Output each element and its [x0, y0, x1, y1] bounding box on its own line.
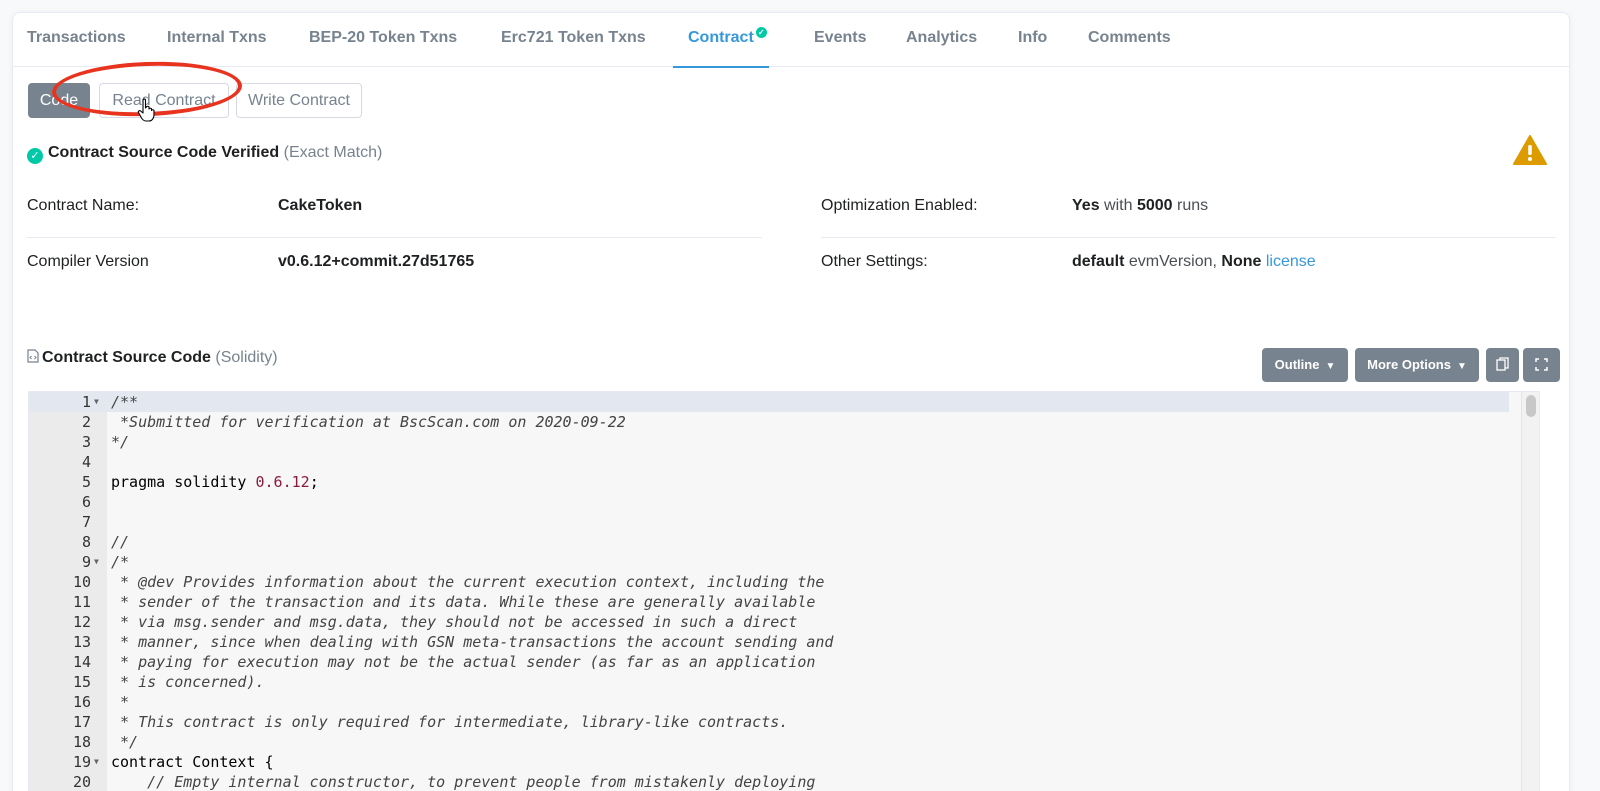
other-settings-label: Other Settings: — [821, 253, 928, 270]
outline-label: Outline — [1274, 357, 1320, 372]
source-code-title: Contract Source Code (Solidity) — [27, 349, 278, 367]
contract-name-label: Contract Name: — [27, 197, 140, 214]
code-line: 9 ▼/* — [81, 552, 130, 572]
more-options-label: More Options — [1367, 357, 1451, 372]
optimization-row: Optimization Enabled: Yes with 5000 runs — [821, 178, 1556, 234]
outline-button[interactable]: Outline ▼ — [1262, 348, 1348, 382]
source-code-heading: Contract Source Code — [42, 349, 211, 366]
code-line: 3 */ — [81, 433, 130, 451]
source-code-lang: (Solidity) — [215, 349, 278, 366]
contract-name-value: CakeToken — [278, 178, 362, 234]
check-circle-icon: ✓ — [27, 148, 43, 164]
tab-contract[interactable]: Contract ✓ — [673, 13, 769, 68]
optimization-value: Yes with 5000 runs — [1072, 178, 1208, 234]
code-line: 11 * sender of the transaction and its d… — [72, 593, 816, 611]
code-line: 10 * @dev Provides information about the… — [72, 573, 825, 591]
verified-status: ✓ Contract Source Code Verified (Exact Ma… — [27, 144, 382, 164]
tab-erc721-token-txns[interactable]: Erc721 Token Txns — [501, 13, 646, 67]
tab-bep20-token-txns[interactable]: BEP-20 Token Txns — [309, 13, 457, 67]
optimization-runs: 5000 — [1136, 197, 1173, 214]
chevron-down-icon: ▼ — [1325, 361, 1336, 372]
verified-check-icon: ✓ — [755, 27, 767, 38]
code-line: 17 * This contract is only required for … — [72, 713, 789, 731]
copy-icon — [1496, 357, 1509, 371]
code-line: 13 * manner, since when dealing with GSN… — [72, 633, 834, 651]
file-code-icon — [27, 349, 39, 363]
code-line: 6 — [81, 493, 91, 511]
tab-contract-label: Contract — [688, 29, 754, 46]
tab-events[interactable]: Events — [814, 13, 866, 67]
optimization-label: Optimization Enabled: — [821, 197, 978, 214]
contract-card: Transactions Internal Txns BEP-20 Token … — [12, 12, 1570, 791]
other-settings-row: Other Settings: default evmVersion, None… — [821, 234, 1556, 290]
fold-arrow-icon[interactable]: ▼ — [94, 752, 99, 772]
tab-info[interactable]: Info — [1018, 13, 1047, 67]
write-contract-button[interactable]: Write Contract — [236, 83, 362, 118]
expand-icon — [1535, 358, 1548, 371]
verified-title: Contract Source Code Verified — [48, 144, 280, 161]
tab-analytics[interactable]: Analytics — [906, 13, 977, 67]
optimization-with: with — [1104, 197, 1133, 214]
code-line: 16 * — [72, 693, 130, 711]
compiler-version-label: Compiler Version — [27, 253, 149, 270]
tab-bar: Transactions Internal Txns BEP-20 Token … — [13, 13, 1569, 68]
verified-match: (Exact Match) — [283, 144, 383, 161]
code-line: 8// — [81, 533, 130, 551]
copy-button[interactable] — [1486, 348, 1519, 382]
read-contract-button[interactable]: Read Contract — [99, 83, 229, 118]
optimization-runs-word: runs — [1177, 197, 1209, 214]
code-line: 20 // Empty internal constructor, to pre… — [72, 773, 816, 791]
code-line: 1 ▼/** — [29, 392, 1509, 412]
fullscreen-button[interactable] — [1523, 348, 1560, 382]
license-link[interactable]: license — [1266, 253, 1316, 270]
optimization-yes: Yes — [1072, 197, 1100, 214]
contract-name-row: Contract Name: CakeToken — [27, 178, 762, 234]
code-line: 12 * via msg.sender and msg.data, they s… — [72, 613, 798, 631]
contract-name: CakeToken — [278, 197, 363, 214]
tab-transactions[interactable]: Transactions — [27, 13, 126, 67]
compiler-version: v0.6.12+commit.27d51765 — [278, 253, 475, 270]
code-line: 15 * is concerned). — [72, 673, 265, 691]
tab-comments[interactable]: Comments — [1088, 13, 1171, 67]
chevron-down-icon: ▼ — [1456, 361, 1467, 372]
fold-arrow-icon[interactable]: ▼ — [94, 392, 99, 412]
tab-internal-txns[interactable]: Internal Txns — [167, 13, 267, 67]
scrollbar-thumb[interactable] — [1526, 395, 1536, 417]
other-none: None — [1221, 253, 1262, 270]
fold-arrow-icon[interactable]: ▼ — [94, 552, 99, 572]
code-line: 5 pragma solidity 0.6.12; — [81, 473, 319, 491]
code-editor[interactable]: 1 ▼/** 2 *Submitted for verification at B… — [28, 391, 1540, 791]
code-line: 19 ▼ contract Context { — [72, 752, 274, 772]
editor-scrollbar[interactable] — [1521, 392, 1539, 791]
other-evm: evmVersion, — [1128, 253, 1217, 270]
code-button[interactable]: Code — [28, 83, 90, 118]
warning-icon[interactable] — [1513, 135, 1547, 165]
code-line: 4 — [81, 453, 91, 471]
code-line: 18 */ — [72, 733, 139, 751]
compiler-version-value: v0.6.12+commit.27d51765 — [278, 234, 474, 290]
other-settings-value: default evmVersion, None license — [1072, 234, 1316, 290]
active-tab-underline — [673, 66, 769, 68]
more-options-button[interactable]: More Options ▼ — [1355, 348, 1479, 382]
code-line: 7 — [81, 513, 91, 531]
other-default: default — [1072, 253, 1125, 270]
code-line: 2 *Submitted for verification at BscScan… — [81, 413, 626, 431]
compiler-version-row: Compiler Version v0.6.12+commit.27d51765 — [27, 234, 762, 290]
code-line: 14 * paying for execution may not be the… — [72, 653, 816, 671]
